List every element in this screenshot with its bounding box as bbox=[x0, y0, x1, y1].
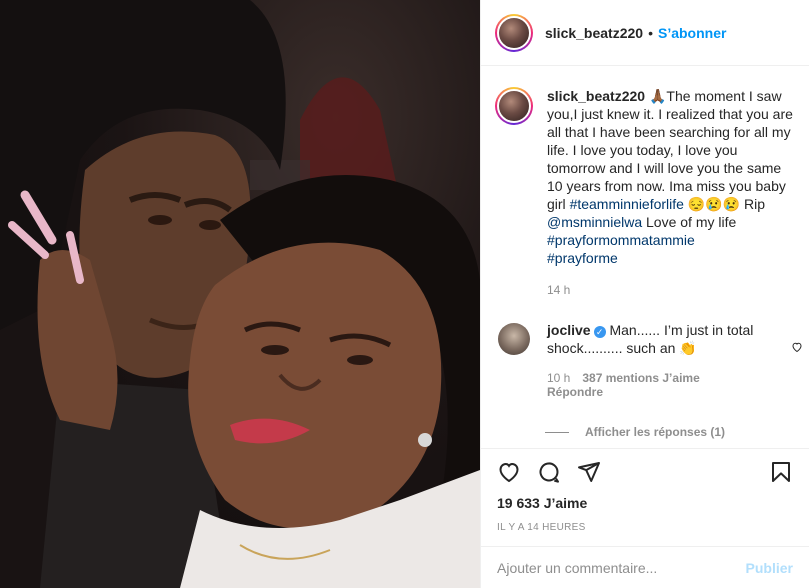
likes-count[interactable]: 19 633 J’aime bbox=[497, 495, 793, 511]
add-comment-input[interactable] bbox=[497, 559, 746, 576]
publish-button[interactable]: Publier bbox=[746, 560, 793, 576]
replies-divider-line bbox=[545, 431, 569, 433]
comment-meta: 10 h 387 mentions J’aime Répondre bbox=[547, 371, 783, 399]
reply-button[interactable]: Répondre bbox=[547, 385, 783, 399]
post-photo-illustration bbox=[0, 0, 480, 588]
caption-text-2: 😔😢😢 Rip bbox=[683, 196, 766, 212]
mention-msminnielwa[interactable]: @msminnielwa bbox=[547, 214, 642, 230]
add-comment-bar: Publier bbox=[481, 546, 809, 588]
caption-username[interactable]: slick_beatz220 bbox=[547, 88, 645, 104]
comment-body: joclive ✓ Man...... I’m just in total sho… bbox=[547, 321, 783, 399]
follow-button[interactable]: S’abonner bbox=[658, 25, 726, 41]
caption-text-1: 🙏🏾The moment I saw you,I just knew it. I… bbox=[547, 88, 793, 212]
comment-like-heart-icon[interactable] bbox=[791, 341, 803, 353]
post-caption: slick_beatz220 🙏🏾The moment I saw you,I … bbox=[481, 67, 809, 299]
caption-body: slick_beatz220 🙏🏾The moment I saw you,I … bbox=[547, 87, 795, 299]
post-actions: 19 633 J’aime IL Y A 14 HEURES bbox=[481, 448, 809, 533]
author-username[interactable]: slick_beatz220 bbox=[545, 25, 643, 41]
comment-likes-link[interactable]: 387 mentions J’aime bbox=[582, 371, 699, 385]
hashtag-teamminnieforlife[interactable]: #teamminnieforlife bbox=[570, 196, 684, 212]
view-replies-button[interactable]: Afficher les réponses (1) bbox=[481, 399, 809, 439]
comment-bubble-icon[interactable] bbox=[537, 460, 561, 484]
commenter-username[interactable]: joclive bbox=[547, 322, 591, 338]
hashtag-prayformommatammie[interactable]: #prayformommatammie bbox=[547, 232, 695, 248]
caption-text-3: Love of my life bbox=[642, 214, 737, 230]
comment-item: joclive ✓ Man...... I’m just in total sho… bbox=[481, 299, 809, 399]
post-photo[interactable] bbox=[0, 0, 480, 588]
author-avatar[interactable] bbox=[495, 13, 533, 52]
comments-feed[interactable]: slick_beatz220 🙏🏾The moment I saw you,I … bbox=[481, 67, 809, 447]
view-replies-label: Afficher les réponses (1) bbox=[585, 425, 726, 439]
caption-avatar[interactable] bbox=[495, 87, 533, 125]
header-separator: • bbox=[648, 24, 653, 41]
action-icons bbox=[497, 459, 793, 485]
commenter-avatar[interactable] bbox=[498, 323, 530, 355]
verified-badge-icon: ✓ bbox=[593, 326, 606, 338]
save-bookmark-icon[interactable] bbox=[769, 460, 793, 484]
caption-time: 14 h bbox=[547, 283, 571, 297]
comment-time: 10 h bbox=[547, 371, 571, 385]
like-heart-icon[interactable] bbox=[497, 460, 521, 484]
post-sidebar: slick_beatz220 • S’abonner slick_beatz22… bbox=[480, 0, 809, 588]
hashtag-prayforme[interactable]: #prayforme bbox=[547, 250, 618, 266]
post-timestamp: IL Y A 14 HEURES bbox=[497, 522, 586, 533]
share-plane-icon[interactable] bbox=[577, 460, 601, 484]
post-header: slick_beatz220 • S’abonner bbox=[481, 0, 809, 66]
